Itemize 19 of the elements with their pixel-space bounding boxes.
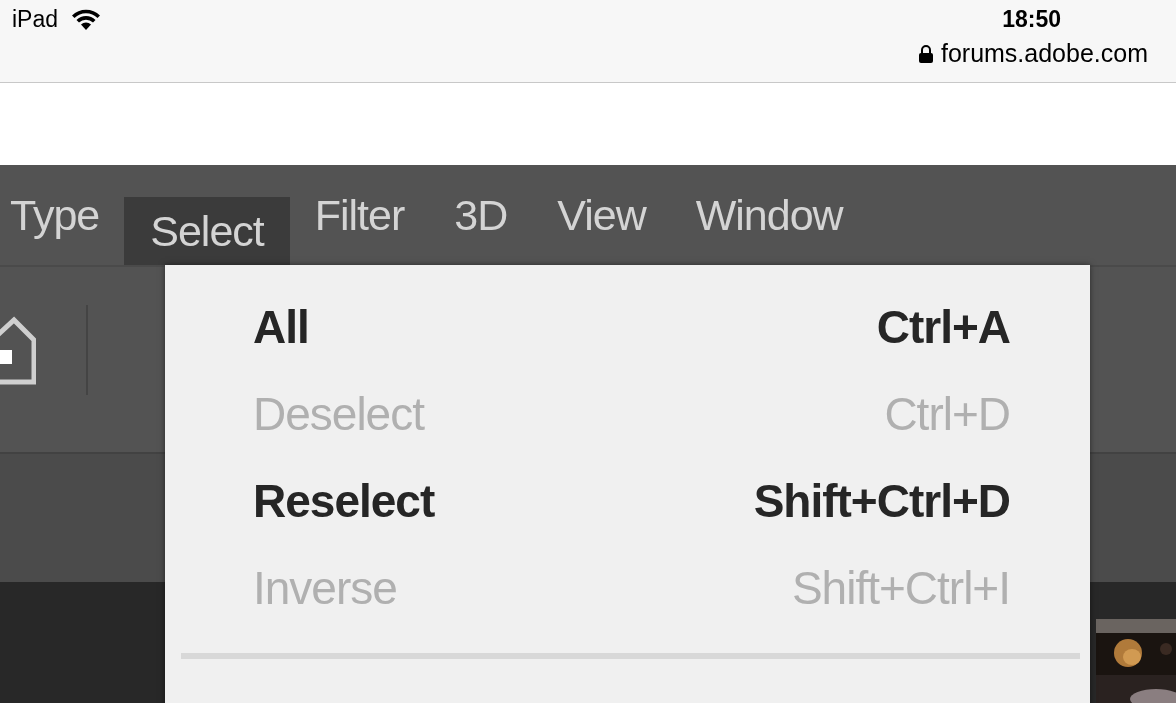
page-address[interactable]: forums.adobe.com	[940, 39, 1148, 68]
menu-item[interactable]: Reselect Shift+Ctrl+D	[165, 457, 1090, 544]
shortcut-label: Ctrl+D	[884, 386, 1010, 441]
menu-item-label: Inverse	[253, 560, 397, 615]
shortcut-label: Shift+Ctrl+D	[753, 473, 1010, 528]
menu-item-label: All	[253, 299, 309, 354]
menu-bar-item[interactable]: Window	[670, 165, 868, 265]
menu-item-label: Reselect	[253, 473, 435, 528]
menu-bar-item[interactable]: Type	[0, 165, 125, 265]
menu-bar-item[interactable]: Filter	[289, 165, 430, 265]
device-name: iPad	[12, 6, 59, 33]
menu-bar-item[interactable]: View	[532, 165, 671, 265]
menu-bar-item[interactable]: Select	[124, 197, 290, 265]
menu-item[interactable]: All Ctrl+A	[165, 283, 1090, 370]
menu-bar-item[interactable]: 3D	[429, 165, 533, 265]
shortcut-label: Shift+Ctrl+I	[791, 560, 1010, 615]
menu-item-label: Deselect	[253, 386, 424, 441]
clock-time: 18:50	[1002, 6, 1061, 33]
shortcut-label: Ctrl+A	[876, 299, 1010, 354]
